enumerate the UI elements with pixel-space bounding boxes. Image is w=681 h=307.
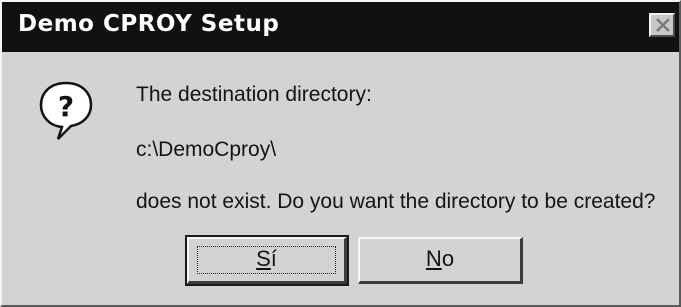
no-button[interactable]: No [358, 237, 523, 284]
yes-mnemonic: S [256, 246, 271, 271]
directory-path: c:\DemoCproy\ [136, 138, 277, 161]
svg-text:?: ? [58, 90, 74, 123]
title-bar[interactable]: Demo CPROY Setup [2, 2, 679, 52]
setup-dialog: Demo CPROY Setup ? The destination direc… [0, 0, 681, 307]
window-title: Demo CPROY Setup [18, 11, 280, 37]
no-button-label: No [426, 246, 454, 271]
close-button[interactable] [649, 13, 675, 37]
yes-button[interactable]: Sí [185, 235, 349, 286]
yes-button-label: Sí [256, 246, 277, 271]
message-line-1: The destination directory: [136, 83, 372, 106]
no-label-rest: o [441, 246, 455, 271]
yes-label-rest: í [270, 246, 277, 271]
no-mnemonic: N [425, 246, 442, 271]
close-icon [656, 18, 670, 32]
question-icon: ? [38, 80, 94, 142]
message-line-3: does not exist. Do you want the director… [136, 190, 656, 213]
